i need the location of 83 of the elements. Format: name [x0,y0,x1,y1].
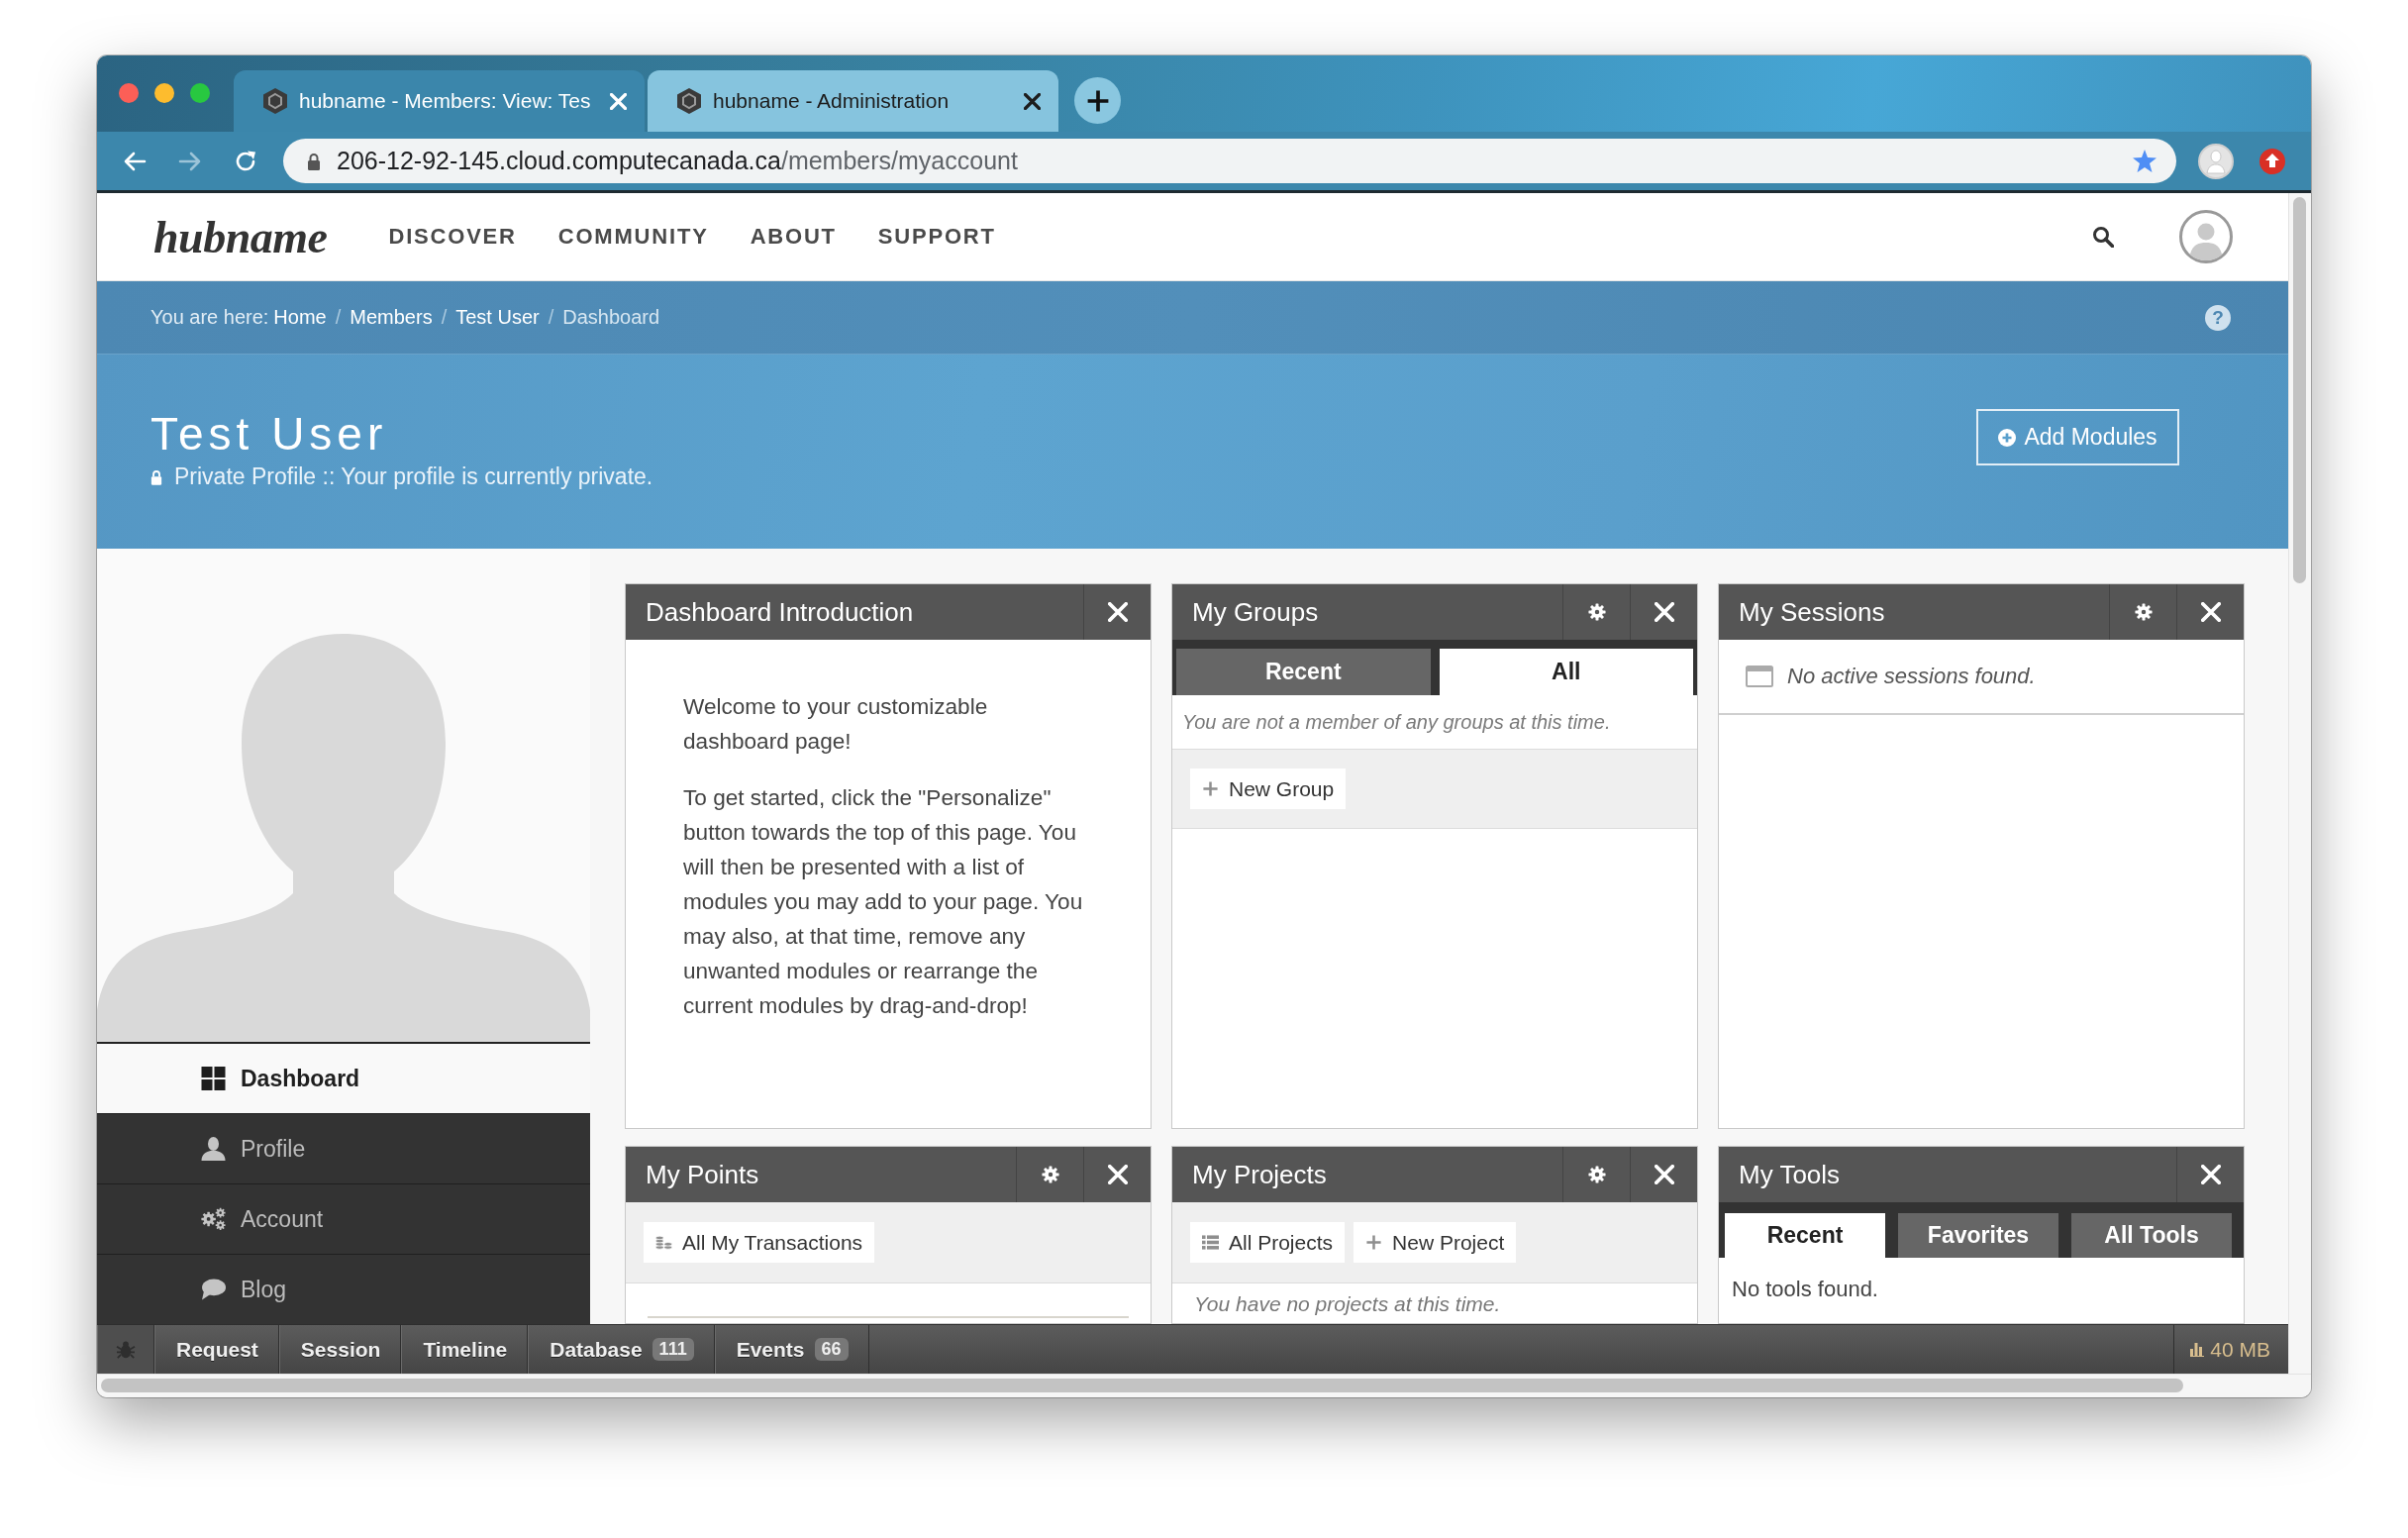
speech-bubble-icon [201,1278,226,1301]
sidebar-item[interactable]: Account [97,1183,590,1254]
scrollbar-thumb[interactable] [2293,197,2306,583]
close-icon [1654,602,1674,622]
gear-icon [2134,603,2153,621]
scrollbar-thumb[interactable] [101,1379,2183,1392]
gear-icon [1587,603,1606,621]
close-icon[interactable] [1024,92,1041,110]
nav-link[interactable]: DISCOVER [388,224,517,250]
module-tab[interactable]: Recent [1725,1213,1885,1258]
module-tab[interactable]: All Tools [2071,1213,2232,1258]
module-message: No tools found. [1731,1276,1879,1303]
module-tab[interactable]: All [1439,649,1693,695]
up-arrow-circle-icon[interactable] [2259,148,2285,174]
person-icon [201,1137,226,1161]
gear-icon [1041,1166,1059,1183]
sidebar-item[interactable]: Profile [97,1113,590,1183]
module-title: Dashboard Introduction [645,596,915,629]
lock-icon [307,152,321,170]
transactions-button[interactable]: All My Transactions [644,1222,875,1263]
browser-tab[interactable]: hubname - Members: View: Tes [234,70,645,132]
bar-chart-icon [2190,1342,2205,1357]
gear-icon [1587,1166,1606,1183]
module-title: My Points [645,1159,760,1191]
breadcrumb-link[interactable]: Home [273,306,327,329]
new-tab-button[interactable] [1074,77,1121,124]
window-icon [1746,666,1773,687]
all-projects-button[interactable]: All Projects [1190,1222,1346,1263]
module-tab[interactable]: Recent [1176,649,1431,695]
nav-link[interactable]: COMMUNITY [557,224,709,250]
star-icon[interactable] [2133,150,2157,172]
hexagon-icon [263,88,287,114]
close-icon [2200,1165,2221,1184]
hexagon-icon [677,88,701,114]
module-title: My Sessions [1738,596,1886,629]
close-icon [1107,602,1128,622]
module-message: No active sessions found. [1787,664,2036,689]
address-field[interactable]: 206-12-92-145.cloud.computecanada.ca/members/myaccount [283,139,2176,183]
breadcrumb-separator: / [548,306,554,329]
new-group-button[interactable]: New Group [1190,769,1347,809]
grid-icon [201,1067,226,1090]
module-title: My Tools [1738,1159,1842,1191]
window-minimize-button[interactable] [154,83,174,103]
window-zoom-button[interactable] [190,83,210,103]
plus-icon [1365,1235,1383,1250]
module-title: My Projects [1191,1159,1328,1191]
module-tab[interactable]: Favorites [1898,1213,2058,1258]
nav-link[interactable]: ABOUT [750,224,837,250]
count-badge: 66 [814,1338,849,1361]
lock-icon [150,468,162,485]
intro-paragraph: To get started, click the "Personalize" button towards the top of this page. You will then be presented with a list of modules you may add to your page. You may also, at that time, remove any unwanted modules or rearrange the current modules by drag-and-drop! [683,784,1084,1020]
breadcrumb-link[interactable]: Members [350,306,433,329]
memory-usage: 40 MB [2210,1337,2270,1362]
list-icon [1202,1235,1219,1250]
site-logo[interactable]: hubname [153,210,328,263]
close-icon [1107,1165,1128,1184]
breadcrumb-label: You are here: [150,306,269,329]
breadcrumb-separator: / [335,306,342,329]
breadcrumb-link[interactable]: Test User [455,306,540,329]
browser-tab[interactable]: hubname - Administration [648,70,1058,132]
plus-icon [1202,781,1219,796]
plus-circle-icon [1998,428,2017,447]
close-icon [1654,1165,1674,1184]
breadcrumb-current: Dashboard [562,306,660,329]
module-title: My Groups [1191,596,1320,629]
module-message: You have no projects at this time. [1193,1291,1502,1317]
sidebar-item[interactable]: Blog [97,1254,590,1324]
close-icon [2200,602,2221,622]
user-avatar-icon[interactable] [2179,210,2233,263]
profile-avatar-icon[interactable] [2198,143,2234,179]
intro-paragraph: Welcome to your customizable dashboard page! [683,693,989,756]
search-icon[interactable] [2092,226,2114,248]
url-text: 206-12-92-145.cloud.computecanada.ca/members/myaccount [337,147,1019,175]
count-badge: 111 [652,1338,694,1361]
breadcrumb-separator: / [441,306,448,329]
new-project-button[interactable]: New Project [1354,1222,1517,1263]
reload-icon[interactable] [234,149,257,173]
plus-icon [1086,89,1109,112]
profile-name: Test User [150,407,388,461]
gears-icon [201,1207,226,1231]
nav-link[interactable]: SUPPORT [877,224,996,250]
privacy-note: Private Profile :: Your profile is currently private. [174,463,653,490]
coins-icon [655,1235,672,1250]
